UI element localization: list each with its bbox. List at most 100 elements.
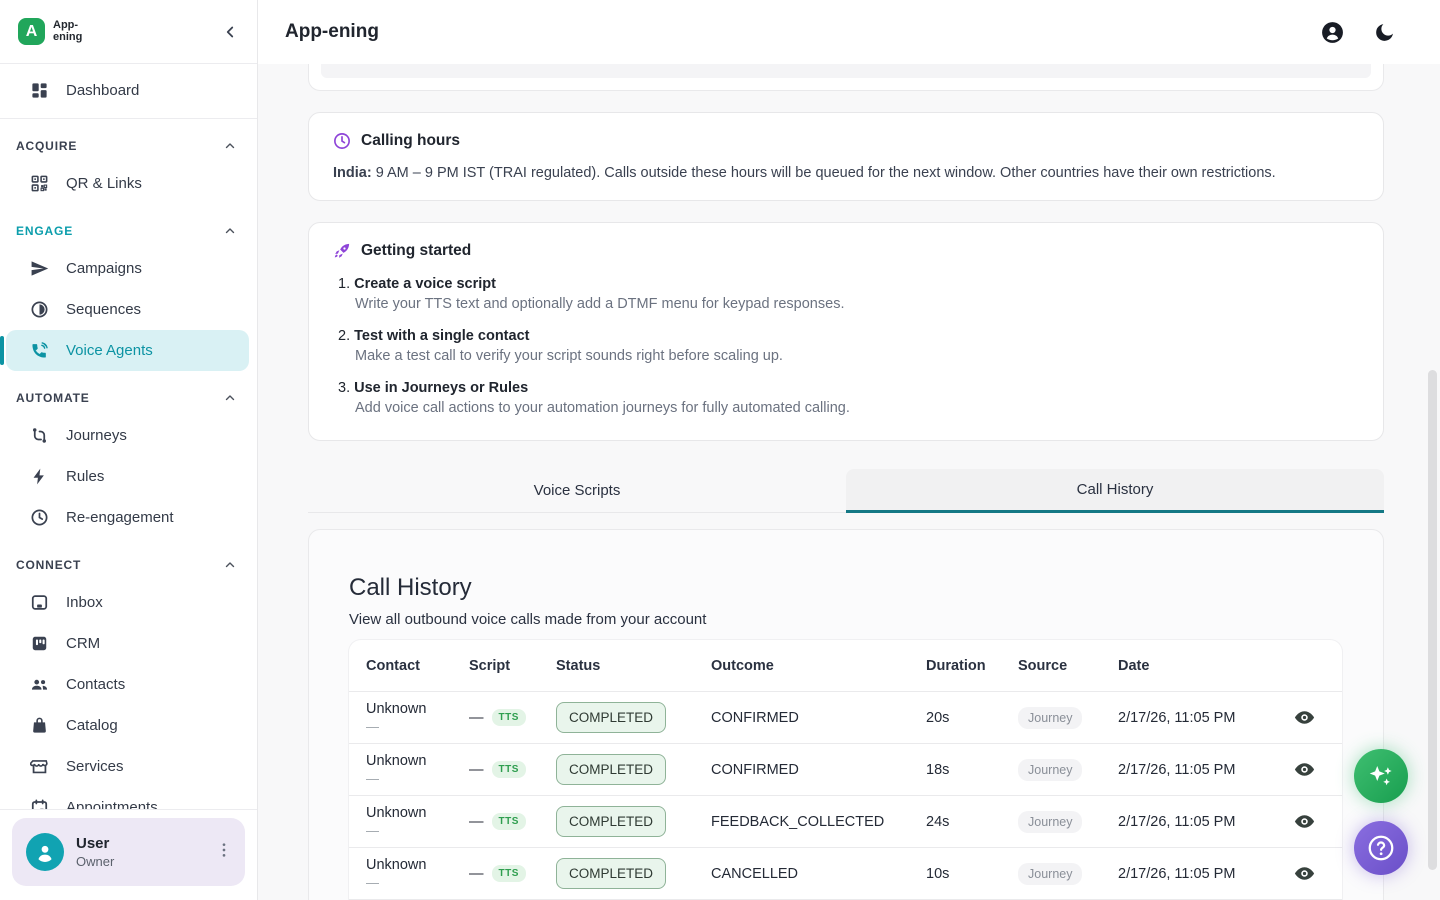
send-icon — [29, 259, 49, 279]
sidebar-section-acquire[interactable]: ACQUIRE — [0, 129, 257, 163]
scrolled-card-bottom — [308, 64, 1384, 91]
sidebar-item-catalog[interactable]: Catalog — [0, 705, 257, 746]
calling-hours-title: Calling hours — [361, 132, 460, 150]
sidebar-item-label: CRM — [66, 635, 100, 652]
outcome-value: CONFIRMED — [711, 710, 926, 726]
sidebar-item-rules[interactable]: Rules — [0, 456, 257, 497]
view-details-button[interactable] — [1266, 810, 1342, 833]
calling-hours-body: India: 9 AM – 9 PM IST (TRAI regulated).… — [333, 165, 1359, 181]
phone-call-icon — [29, 341, 49, 361]
view-details-button[interactable] — [1266, 758, 1342, 781]
column-header-outcome: Outcome — [711, 658, 926, 674]
sidebar-item-services[interactable]: Services — [0, 746, 257, 787]
scrollbar-thumb[interactable] — [1428, 370, 1437, 870]
date-value: 2/17/26, 11:05 PM — [1118, 710, 1266, 726]
sidebar-item-inbox[interactable]: Inbox — [0, 582, 257, 623]
getting-started-step: 3.Use in Journeys or Rules Add voice cal… — [333, 380, 1359, 416]
column-header-source: Source — [1018, 658, 1118, 674]
script-name: — — [469, 866, 484, 882]
section-label: ACQUIRE — [16, 139, 77, 153]
step-title: Test with a single contact — [354, 328, 529, 344]
call-history-panel: Call History View all outbound voice cal… — [308, 529, 1384, 900]
ai-assistant-button[interactable] — [1354, 749, 1408, 803]
sidebar-item-label: Campaigns — [66, 260, 142, 277]
rocket-icon — [333, 242, 351, 260]
table-row: Unknown — — TTS COMPLETED CANCELLED 10s … — [349, 847, 1342, 899]
contact-name: Unknown — [366, 753, 469, 769]
sidebar-item-journeys[interactable]: Journeys — [0, 415, 257, 456]
sidebar-item-voice-agents[interactable]: Voice Agents — [6, 330, 249, 371]
sidebar-section-engage[interactable]: ENGAGE — [0, 214, 257, 248]
sidebar-logo-row: A App- ening — [0, 0, 257, 64]
tab-call-history[interactable]: Call History — [846, 469, 1384, 513]
script-type-badge: TTS — [492, 865, 526, 882]
contact-name: Unknown — [366, 857, 469, 873]
script-name: — — [469, 762, 484, 778]
sidebar-item-label: Re-engagement — [66, 509, 174, 526]
account-icon[interactable] — [1320, 20, 1345, 45]
table-row: Unknown — — TTS COMPLETED CONFIRMED 18s … — [349, 743, 1342, 795]
sidebar-item-crm[interactable]: CRM — [0, 623, 257, 664]
sidebar-item-label: Voice Agents — [66, 342, 153, 359]
contact-name: Unknown — [366, 805, 469, 821]
sidebar-item-label: QR & Links — [66, 175, 142, 192]
brand-name: App- ening — [53, 20, 221, 43]
call-history-table: Contact Script Status Outcome Duration S… — [349, 640, 1342, 900]
user-card[interactable]: User Owner — [12, 818, 245, 886]
eye-icon — [1293, 810, 1316, 833]
eye-icon — [1293, 706, 1316, 729]
duration-value: 18s — [926, 762, 1018, 778]
sidebar-item-label: Dashboard — [66, 82, 139, 99]
outcome-value: CONFIRMED — [711, 762, 926, 778]
brand-logo: A — [18, 18, 45, 45]
duration-value: 10s — [926, 866, 1018, 882]
view-details-button[interactable] — [1266, 706, 1342, 729]
script-name: — — [469, 814, 484, 830]
duration-value: 20s — [926, 710, 1018, 726]
column-header-script: Script — [469, 658, 556, 674]
source-badge: Journey — [1018, 759, 1082, 781]
dark-mode-moon-icon[interactable] — [1373, 21, 1396, 44]
step-title: Use in Journeys or Rules — [354, 380, 528, 396]
status-badge: COMPLETED — [556, 858, 666, 889]
contact-sub: — — [366, 719, 469, 734]
table-row: Unknown — — TTS COMPLETED FEEDBACK_COLLE… — [349, 795, 1342, 847]
sidebar-item-campaigns[interactable]: Campaigns — [0, 248, 257, 289]
sidebar-collapse-icon[interactable] — [221, 23, 239, 41]
contact-sub: — — [366, 771, 469, 786]
people-icon — [29, 675, 49, 695]
step-title: Create a voice script — [354, 276, 496, 292]
sidebar-section-connect[interactable]: CONNECT — [0, 548, 257, 582]
chevron-up-icon — [223, 224, 237, 238]
status-badge: COMPLETED — [556, 806, 666, 837]
user-role: Owner — [76, 854, 213, 869]
help-button[interactable] — [1354, 821, 1408, 875]
sidebar-item-label: Journeys — [66, 427, 127, 444]
sidebar-item-contacts[interactable]: Contacts — [0, 664, 257, 705]
section-label: CONNECT — [16, 558, 81, 572]
tab-voice-scripts[interactable]: Voice Scripts — [308, 469, 846, 513]
step-number: 2. — [338, 328, 350, 344]
app-window: A App- ening Dashboard ACQUIRE — [0, 0, 1440, 900]
sidebar-item-re-engagement[interactable]: Re-engagement — [0, 497, 257, 538]
eye-icon — [1293, 758, 1316, 781]
user-meta: User Owner — [76, 835, 213, 869]
inbox-icon — [29, 593, 49, 613]
sidebar-item-qr-links[interactable]: QR & Links — [0, 163, 257, 204]
sequence-circle-icon — [29, 300, 49, 320]
user-menu-dots-icon[interactable] — [213, 838, 235, 867]
step-description: Add voice call actions to your automatio… — [355, 400, 1359, 416]
view-details-button[interactable] — [1266, 862, 1342, 885]
chevron-up-icon — [223, 139, 237, 153]
calling-hours-text: 9 AM – 9 PM IST (TRAI regulated). Calls … — [372, 165, 1276, 181]
sidebar-section-automate[interactable]: AUTOMATE — [0, 381, 257, 415]
date-value: 2/17/26, 11:05 PM — [1118, 762, 1266, 778]
sidebar-item-dashboard[interactable]: Dashboard — [0, 70, 257, 111]
sidebar-item-sequences[interactable]: Sequences — [0, 289, 257, 330]
route-icon — [29, 426, 49, 446]
sidebar-item-label: Sequences — [66, 301, 141, 318]
script-type-badge: TTS — [492, 813, 526, 830]
lightning-icon — [29, 467, 49, 487]
getting-started-step: 2.Test with a single contact Make a test… — [333, 328, 1359, 364]
user-name: User — [76, 835, 213, 852]
